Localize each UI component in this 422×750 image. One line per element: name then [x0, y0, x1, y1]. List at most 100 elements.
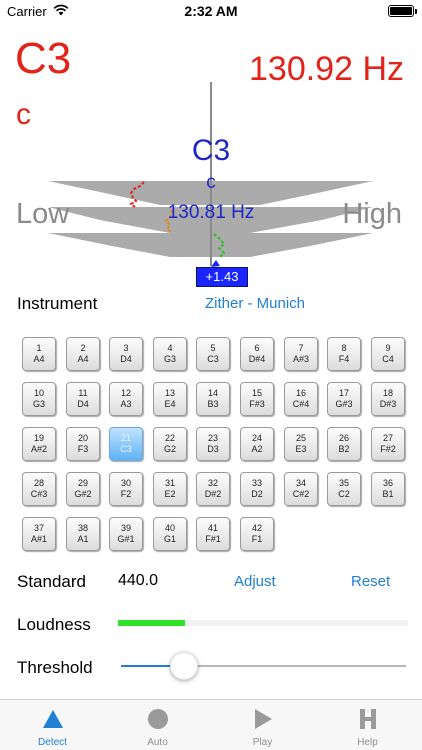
string-key-note: G3	[32, 399, 45, 409]
string-key-13[interactable]: 13 E4	[153, 382, 187, 416]
loudness-label: Loudness	[17, 615, 91, 634]
string-key-number: 20	[77, 433, 88, 443]
string-key-number: 42	[251, 523, 262, 533]
string-key-6[interactable]: 6 D#4	[240, 337, 274, 371]
string-key-10[interactable]: 10 G3	[22, 382, 56, 416]
string-key-note: D4	[77, 399, 89, 409]
tab-label: Detect	[38, 737, 67, 748]
string-key-26[interactable]: 26 B2	[327, 427, 361, 461]
string-key-note: A1	[77, 534, 89, 544]
string-key-16[interactable]: 16 C#4	[284, 382, 318, 416]
string-key-38[interactable]: 38 A1	[66, 517, 100, 551]
string-key-number: 7	[298, 343, 304, 353]
string-key-number: 34	[295, 478, 306, 488]
string-key-note: G2	[163, 444, 176, 454]
string-key-5[interactable]: 5 C3	[196, 337, 230, 371]
string-key-note: C#3	[30, 489, 48, 499]
string-key-note: F#3	[249, 399, 265, 409]
string-key-number: 25	[295, 433, 306, 443]
string-key-number: 37	[33, 523, 44, 533]
tab-play[interactable]: Play	[210, 700, 315, 750]
string-key-25[interactable]: 25 E3	[284, 427, 318, 461]
threshold-slider[interactable]	[121, 652, 406, 680]
string-key-note: F#1	[205, 534, 221, 544]
string-key-39[interactable]: 39 G#1	[109, 517, 143, 551]
string-key-number: 13	[164, 388, 175, 398]
threshold-slider-thumb[interactable]	[169, 652, 198, 680]
string-key-18[interactable]: 18 D#3	[371, 382, 405, 416]
high-label: High	[342, 198, 402, 230]
string-key-42[interactable]: 42 F1	[240, 517, 274, 551]
string-key-number: 17	[338, 388, 349, 398]
string-key-number: 31	[164, 478, 175, 488]
string-key-15[interactable]: 15 F#3	[240, 382, 274, 416]
tab-auto[interactable]: Auto	[105, 700, 210, 750]
tab-detect[interactable]: Detect	[0, 700, 105, 750]
string-key-number: 36	[382, 478, 393, 488]
string-key-note: D#4	[248, 354, 266, 364]
string-key-number: 1	[36, 343, 42, 353]
string-key-34[interactable]: 34 C#2	[284, 472, 318, 506]
string-key-36[interactable]: 36 B1	[371, 472, 405, 506]
string-key-2[interactable]: 2 A4	[66, 337, 100, 371]
instrument-label: Instrument	[17, 294, 98, 313]
string-key-number: 4	[167, 343, 173, 353]
string-key-1[interactable]: 1 A4	[22, 337, 56, 371]
tab-label: Auto	[147, 737, 168, 748]
string-key-8[interactable]: 8 F4	[327, 337, 361, 371]
string-key-20[interactable]: 20 F3	[66, 427, 100, 461]
play-icon	[255, 709, 272, 729]
string-key-7[interactable]: 7 A#3	[284, 337, 318, 371]
string-key-note: C2	[338, 489, 350, 499]
string-key-35[interactable]: 35 C2	[327, 472, 361, 506]
string-key-33[interactable]: 33 D2	[240, 472, 274, 506]
string-key-number: 22	[164, 433, 175, 443]
reset-button[interactable]: Reset	[351, 573, 390, 590]
string-key-23[interactable]: 23 D3	[196, 427, 230, 461]
string-key-11[interactable]: 11 D4	[66, 382, 100, 416]
string-key-31[interactable]: 31 E2	[153, 472, 187, 506]
string-key-21[interactable]: 21 C3	[109, 427, 143, 461]
string-key-40[interactable]: 40 G1	[153, 517, 187, 551]
string-key-note: E4	[164, 399, 176, 409]
string-key-12[interactable]: 12 A3	[109, 382, 143, 416]
string-key-22[interactable]: 22 G2	[153, 427, 187, 461]
string-key-number: 24	[251, 433, 262, 443]
standard-label: Standard	[17, 572, 86, 591]
string-key-17[interactable]: 17 G#3	[327, 382, 361, 416]
string-key-number: 39	[120, 523, 131, 533]
string-key-27[interactable]: 27 F#2	[371, 427, 405, 461]
string-key-number: 38	[77, 523, 88, 533]
tab-help[interactable]: Help	[315, 700, 420, 750]
string-key-note: D2	[251, 489, 263, 499]
string-key-number: 2	[80, 343, 86, 353]
instrument-selector[interactable]: Zither - Munich	[205, 295, 305, 312]
string-key-24[interactable]: 24 A2	[240, 427, 274, 461]
string-key-number: 14	[207, 388, 218, 398]
string-key-note: E2	[164, 489, 176, 499]
string-key-14[interactable]: 14 B3	[196, 382, 230, 416]
string-key-9[interactable]: 9 C4	[371, 337, 405, 371]
string-key-28[interactable]: 28 C#3	[22, 472, 56, 506]
string-key-41[interactable]: 41 F#1	[196, 517, 230, 551]
string-key-19[interactable]: 19 A#2	[22, 427, 56, 461]
string-key-29[interactable]: 29 G#2	[66, 472, 100, 506]
adjust-button[interactable]: Adjust	[234, 573, 276, 590]
string-key-note: G#2	[74, 489, 92, 499]
string-key-number: 32	[207, 478, 218, 488]
standard-value: 440.0	[118, 572, 159, 589]
string-key-3[interactable]: 3 D4	[109, 337, 143, 371]
string-key-4[interactable]: 4 G3	[153, 337, 187, 371]
string-key-number: 33	[251, 478, 262, 488]
string-key-note: F1	[251, 534, 263, 544]
string-key-number: 12	[120, 388, 131, 398]
string-key-32[interactable]: 32 D#2	[196, 472, 230, 506]
string-key-37[interactable]: 37 A#1	[22, 517, 56, 551]
cents-badge: +1.43	[196, 267, 248, 287]
detected-note: C3	[15, 34, 72, 83]
string-key-note: F2	[120, 489, 132, 499]
string-key-note: F#2	[380, 444, 396, 454]
string-key-30[interactable]: 30 F2	[109, 472, 143, 506]
triangle-icon	[43, 710, 63, 728]
string-key-note: G#3	[335, 399, 353, 409]
